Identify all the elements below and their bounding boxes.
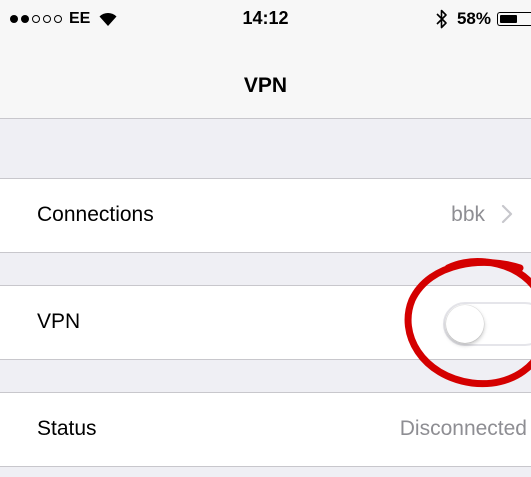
toggle-knob[interactable] (446, 305, 484, 343)
navigation-bar: VPN (0, 50, 531, 119)
chevron-right-icon (501, 204, 513, 224)
vpn-row: VPN (0, 285, 531, 360)
battery-percent: 58% (456, 9, 491, 28)
status-bar: EE 14:12 58% (0, 0, 531, 50)
connections-row[interactable]: Connections bbk (0, 178, 531, 253)
page-title: VPN (243, 74, 288, 97)
battery-icon (497, 12, 531, 26)
status-row: Status Disconnected (0, 392, 531, 467)
status-label: Status (37, 417, 97, 440)
status-right: 58% (435, 8, 531, 30)
connections-label: Connections (37, 203, 154, 226)
status-value: Disconnected (399, 417, 527, 440)
vpn-toggle[interactable] (443, 302, 531, 346)
connections-value: bbk (451, 203, 485, 226)
battery-fill (500, 15, 517, 23)
vpn-label: VPN (37, 310, 81, 333)
bluetooth-icon (436, 9, 447, 29)
